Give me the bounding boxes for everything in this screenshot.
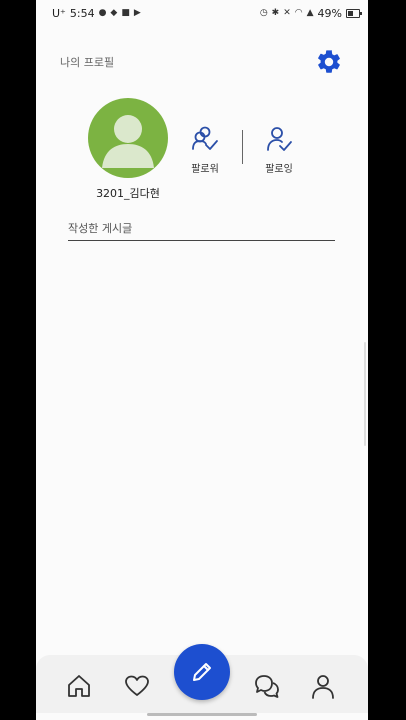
pencil-icon bbox=[193, 663, 211, 681]
attachment-icon: ◆ bbox=[110, 8, 118, 18]
page-title: 나의 프로필 bbox=[60, 56, 115, 69]
username: 3201_김다현 bbox=[96, 187, 160, 200]
signal-icon: ▲ bbox=[306, 8, 314, 18]
chat-icon bbox=[255, 675, 279, 698]
person-icon bbox=[312, 675, 334, 699]
bluetooth-icon: ✱ bbox=[271, 8, 280, 18]
avatar-placeholder-icon bbox=[102, 115, 154, 168]
home-icon bbox=[68, 675, 90, 697]
carrier-label: U⁺ bbox=[52, 6, 66, 20]
following-icon bbox=[267, 127, 292, 151]
status-bar: U⁺ 5:54 ● ◆ ■ ▶ ◷ ✱ ✕ ◠ ▲ 49% bbox=[36, 0, 368, 26]
followers-icon bbox=[192, 126, 218, 150]
message-icon: ● bbox=[98, 8, 107, 18]
scrollbar[interactable] bbox=[364, 342, 366, 446]
battery-percent: 49% bbox=[317, 6, 342, 20]
settings-button[interactable] bbox=[315, 48, 343, 76]
avatar[interactable] bbox=[88, 98, 168, 178]
followers-label: 팔로워 bbox=[191, 164, 219, 175]
nav-profile[interactable] bbox=[308, 671, 338, 701]
heart-icon bbox=[125, 675, 149, 696]
gear-icon bbox=[318, 50, 340, 73]
following-button[interactable]: 팔로잉 bbox=[254, 125, 304, 175]
tab-my-posts[interactable]: 작성한 게시글 bbox=[68, 220, 132, 236]
write-post-button[interactable] bbox=[174, 644, 230, 700]
nav-likes[interactable] bbox=[122, 671, 152, 701]
nav-chat[interactable] bbox=[252, 671, 282, 701]
nav-home[interactable] bbox=[64, 671, 94, 701]
calendar-icon: ■ bbox=[121, 8, 130, 18]
following-label: 팔로잉 bbox=[265, 164, 293, 175]
alarm-icon: ◷ bbox=[259, 8, 268, 18]
video-icon: ▶ bbox=[133, 8, 141, 18]
follow-divider bbox=[242, 130, 243, 164]
gesture-bar bbox=[147, 713, 257, 716]
mute-icon: ✕ bbox=[283, 8, 291, 18]
battery-icon bbox=[346, 8, 362, 18]
status-time: 5:54 bbox=[69, 6, 95, 20]
wifi-icon: ◠ bbox=[294, 8, 303, 18]
followers-button[interactable]: 팔로워 bbox=[180, 125, 230, 175]
tab-underline bbox=[68, 240, 335, 241]
app-screen: U⁺ 5:54 ● ◆ ■ ▶ ◷ ✱ ✕ ◠ ▲ 49% 나의 프로필 320… bbox=[36, 0, 368, 720]
